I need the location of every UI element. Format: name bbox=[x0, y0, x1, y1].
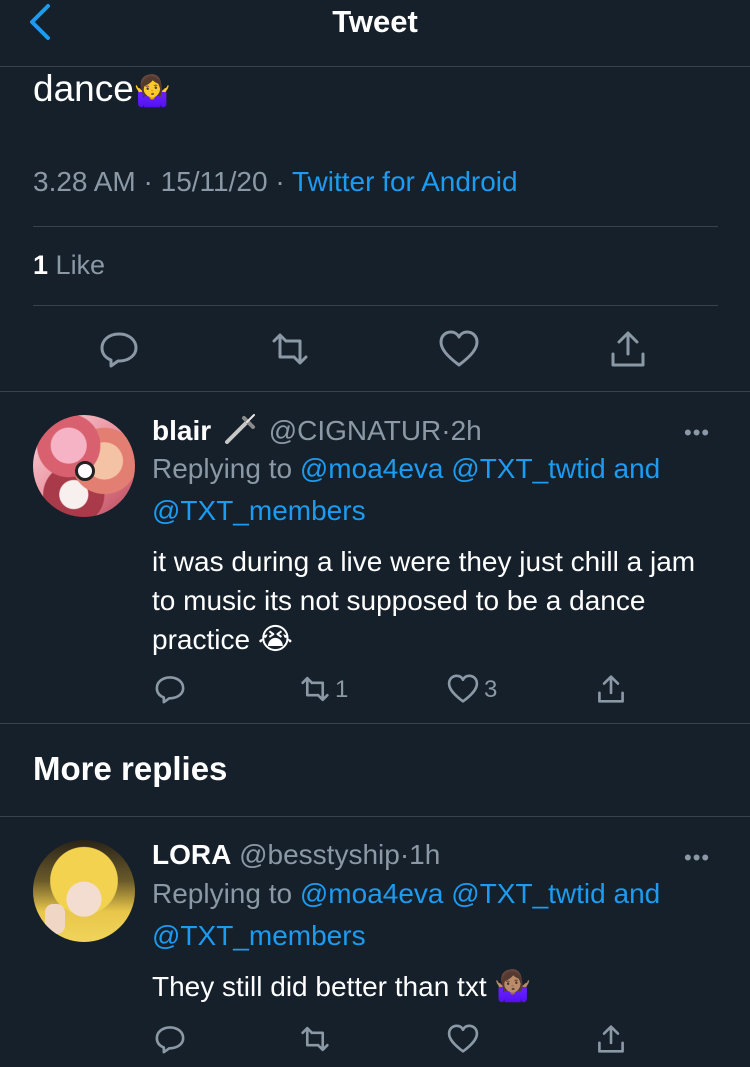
user-handle[interactable]: @CIGNATUR bbox=[269, 415, 442, 446]
reply-time: 2h bbox=[450, 414, 482, 446]
tweet-meta: 3.28 AM · 15/11/20 · Twitter for Android bbox=[33, 166, 518, 198]
replying-to-mentions[interactable]: @moa4eva @TXT_twtid and bbox=[300, 453, 660, 484]
display-name[interactable]: blair bbox=[152, 415, 211, 446]
separator: · bbox=[275, 166, 285, 197]
replying-to-label: Replying to bbox=[152, 453, 293, 484]
reply-icon[interactable] bbox=[153, 672, 187, 706]
replying-to-mentions-2[interactable]: @TXT_members bbox=[152, 920, 366, 952]
like-count: 1 bbox=[33, 250, 49, 280]
replying-to-mentions-2[interactable]: @TXT_members bbox=[152, 495, 366, 527]
separator: · bbox=[143, 166, 153, 197]
like-icon[interactable] bbox=[446, 1022, 480, 1056]
separator: · bbox=[399, 839, 410, 870]
tweet-date: 15/11/20 bbox=[160, 166, 268, 197]
separator: · bbox=[441, 414, 451, 446]
like-label: Like bbox=[55, 250, 106, 280]
avatar[interactable] bbox=[33, 415, 135, 517]
avatar[interactable] bbox=[33, 840, 135, 942]
reply-icon[interactable] bbox=[153, 1022, 187, 1056]
avatar-detail bbox=[45, 904, 65, 934]
divider bbox=[33, 305, 718, 306]
reply-text-body: it was during a live were they just chil… bbox=[152, 546, 696, 655]
more-icon[interactable]: ••• bbox=[684, 420, 710, 446]
reply-text-body: They still did better than txt bbox=[152, 971, 487, 1002]
section-heading: More replies bbox=[33, 750, 228, 787]
like-count: 3 bbox=[484, 676, 498, 703]
share-icon[interactable] bbox=[594, 672, 628, 706]
tweet-like-stats[interactable]: 1 Like bbox=[33, 250, 105, 281]
reply-text: it was during a live were they just chil… bbox=[152, 542, 712, 659]
divider bbox=[0, 391, 750, 392]
replying-to: Replying to @moa4eva @TXT_twtid and bbox=[152, 878, 660, 910]
reply-icon[interactable] bbox=[97, 327, 141, 371]
like-icon[interactable] bbox=[437, 327, 481, 371]
replying-to: Replying to @moa4eva @TXT_twtid and bbox=[152, 453, 660, 485]
display-name[interactable]: LORA bbox=[152, 839, 231, 870]
reply-time: 1h bbox=[409, 839, 441, 870]
replying-to-mentions[interactable]: @moa4eva @TXT_twtid and bbox=[300, 878, 660, 909]
tweet-source-link[interactable]: Twitter for Android bbox=[292, 166, 518, 197]
top-bar: Tweet bbox=[0, 0, 750, 67]
dagger-icon bbox=[223, 414, 257, 451]
retweet-icon[interactable] bbox=[268, 327, 312, 371]
like-icon[interactable] bbox=[446, 672, 480, 706]
tweet-text-body: dance bbox=[33, 68, 134, 109]
reply-text: They still did better than txt 🤷🏽‍♀️ bbox=[152, 967, 712, 1006]
share-icon[interactable] bbox=[606, 327, 650, 371]
avatar-detail bbox=[75, 461, 95, 481]
divider bbox=[33, 226, 718, 227]
divider bbox=[0, 816, 750, 817]
reply-header: LORA @besstyship·1h bbox=[152, 839, 440, 871]
page-title: Tweet bbox=[332, 4, 418, 39]
replying-to-label: Replying to bbox=[152, 878, 293, 909]
shrug-emoji: 🤷🏽‍♀️ bbox=[494, 970, 532, 1003]
retweet-icon[interactable] bbox=[298, 672, 332, 706]
tweet-time: 3.28 AM bbox=[33, 166, 136, 197]
user-handle[interactable]: @besstyship bbox=[239, 839, 400, 870]
crying-emoji: 😭 bbox=[257, 623, 293, 656]
more-icon[interactable]: ••• bbox=[684, 845, 710, 871]
shrug-emoji: 🤷‍♀️ bbox=[133, 75, 172, 108]
tweet-text: dance🤷‍♀️ bbox=[33, 66, 171, 115]
reply-header: blair @CIGNATUR·2h bbox=[152, 414, 482, 451]
share-icon[interactable] bbox=[594, 1022, 628, 1056]
divider bbox=[0, 723, 750, 724]
retweet-icon[interactable] bbox=[298, 1022, 332, 1056]
retweet-count: 1 bbox=[335, 676, 349, 703]
